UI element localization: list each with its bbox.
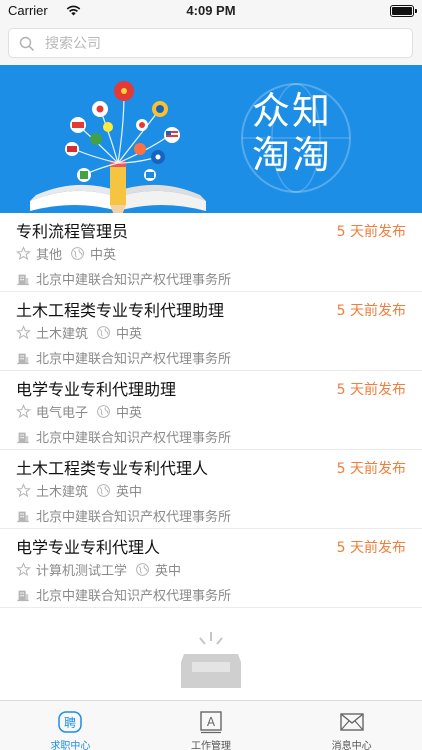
job-list: 专利流程管理员 5 天前发布 其他 中英 北京中建联合知识产权代理事务所 土木工…	[0, 213, 422, 608]
search-icon	[19, 36, 35, 52]
tab-label: 消息中心	[331, 741, 372, 750]
star-icon[interactable]	[16, 561, 31, 577]
star-icon[interactable]	[16, 324, 31, 340]
company-row: 北京中建联合知识产权代理事务所	[16, 585, 231, 604]
job-category: 土木建筑	[36, 326, 89, 342]
star-icon[interactable]	[16, 245, 31, 261]
job-language: 英中	[155, 563, 182, 579]
job-list-item[interactable]: 专利流程管理员 5 天前发布 其他 中英 北京中建联合知识产权代理事务所	[0, 213, 422, 292]
posted-time: 5 天前发布	[336, 224, 406, 240]
company-name: 北京中建联合知识产权代理事务所	[36, 510, 232, 525]
mail-icon	[339, 713, 364, 731]
company-name: 北京中建联合知识产权代理事务所	[36, 273, 232, 288]
job-meta: 土木建筑 英中	[16, 481, 143, 500]
job-title: 土木工程类专业专利代理助理	[16, 301, 225, 320]
job-list-item[interactable]: 土木工程类专业专利代理人 5 天前发布 土木建筑 英中 北京中建联合知识产权代理…	[0, 450, 422, 529]
status-bar: Carrier 4:09 PM	[0, 0, 422, 22]
job-language: 英中	[116, 484, 143, 500]
search-box[interactable]	[8, 28, 413, 58]
work-manage-icon: A	[200, 711, 222, 734]
banner-title: 众知淘淘	[252, 89, 333, 177]
search-input[interactable]	[45, 33, 405, 55]
job-meta: 其他 中英	[16, 244, 117, 263]
job-title: 土木工程类专业专利代理人	[16, 459, 209, 478]
posted-time: 5 天前发布	[336, 382, 406, 398]
company-name: 北京中建联合知识产权代理事务所	[36, 352, 232, 367]
svg-text:聘: 聘	[64, 716, 76, 730]
tab-label: 求职中心	[50, 741, 91, 750]
job-title: 专利流程管理员	[16, 222, 129, 241]
company-row: 北京中建联合知识产权代理事务所	[16, 427, 231, 446]
building-icon	[17, 274, 29, 285]
job-meta: 电气电子 中英	[16, 402, 143, 421]
job-category: 计算机测试工学	[36, 563, 128, 579]
job-language: 中英	[116, 405, 143, 421]
globe-icon	[136, 562, 149, 576]
tab-work-management[interactable]: A 工作管理	[141, 701, 282, 750]
promo-banner[interactable]: 众知淘淘	[0, 65, 422, 213]
tab-message-center[interactable]: 消息中心	[281, 701, 422, 750]
posted-time: 5 天前发布	[336, 303, 406, 319]
clock: 4:09 PM	[186, 3, 236, 18]
globe-icon	[97, 325, 110, 339]
search-bar	[0, 22, 422, 65]
job-language: 中英	[90, 247, 117, 263]
globe-icon	[71, 246, 84, 260]
book-idea-illustration	[30, 81, 206, 213]
job-meta: 计算机测试工学 英中	[16, 560, 182, 579]
posted-time: 5 天前发布	[336, 461, 406, 477]
tab-label: 工作管理	[191, 741, 231, 750]
company-row: 北京中建联合知识产权代理事务所	[16, 348, 231, 367]
job-title: 电学专业专利代理人	[16, 538, 161, 557]
company-name: 北京中建联合知识产权代理事务所	[36, 589, 232, 604]
globe-icon	[97, 483, 110, 497]
building-icon	[17, 432, 29, 443]
star-icon[interactable]	[16, 482, 31, 498]
job-list-item[interactable]: 电学专业专利代理助理 5 天前发布 电气电子 中英 北京中建联合知识产权代理事务…	[0, 371, 422, 450]
job-meta: 土木建筑 中英	[16, 323, 143, 342]
tab-job-center[interactable]: 聘 求职中心	[0, 701, 141, 750]
posted-time: 5 天前发布	[336, 540, 406, 556]
job-category: 电气电子	[36, 405, 89, 421]
star-icon[interactable]	[16, 403, 31, 419]
tab-bar: 聘 求职中心 A 工作管理 消息中心	[0, 700, 422, 750]
job-language: 中英	[116, 326, 143, 342]
job-category: 其他	[36, 247, 63, 263]
company-row: 北京中建联合知识产权代理事务所	[16, 506, 231, 525]
svg-text:A: A	[207, 715, 216, 729]
job-title: 电学专业专利代理助理	[16, 380, 177, 399]
building-icon	[17, 353, 29, 364]
battery-icon	[390, 5, 417, 17]
job-category: 土木建筑	[36, 484, 89, 500]
globe-icon	[97, 404, 110, 418]
job-list-item[interactable]: 土木工程类专业专利代理助理 5 天前发布 土木建筑 中英 北京中建联合知识产权代…	[0, 292, 422, 371]
inbox-tray-icon	[181, 632, 241, 688]
building-icon	[17, 590, 29, 601]
job-seek-icon: 聘	[58, 711, 83, 733]
company-row: 北京中建联合知识产权代理事务所	[16, 269, 231, 288]
job-list-item[interactable]: 电学专业专利代理人 5 天前发布 计算机测试工学 英中 北京中建联合知识产权代理…	[0, 529, 422, 608]
company-name: 北京中建联合知识产权代理事务所	[36, 431, 232, 446]
building-icon	[17, 511, 29, 522]
